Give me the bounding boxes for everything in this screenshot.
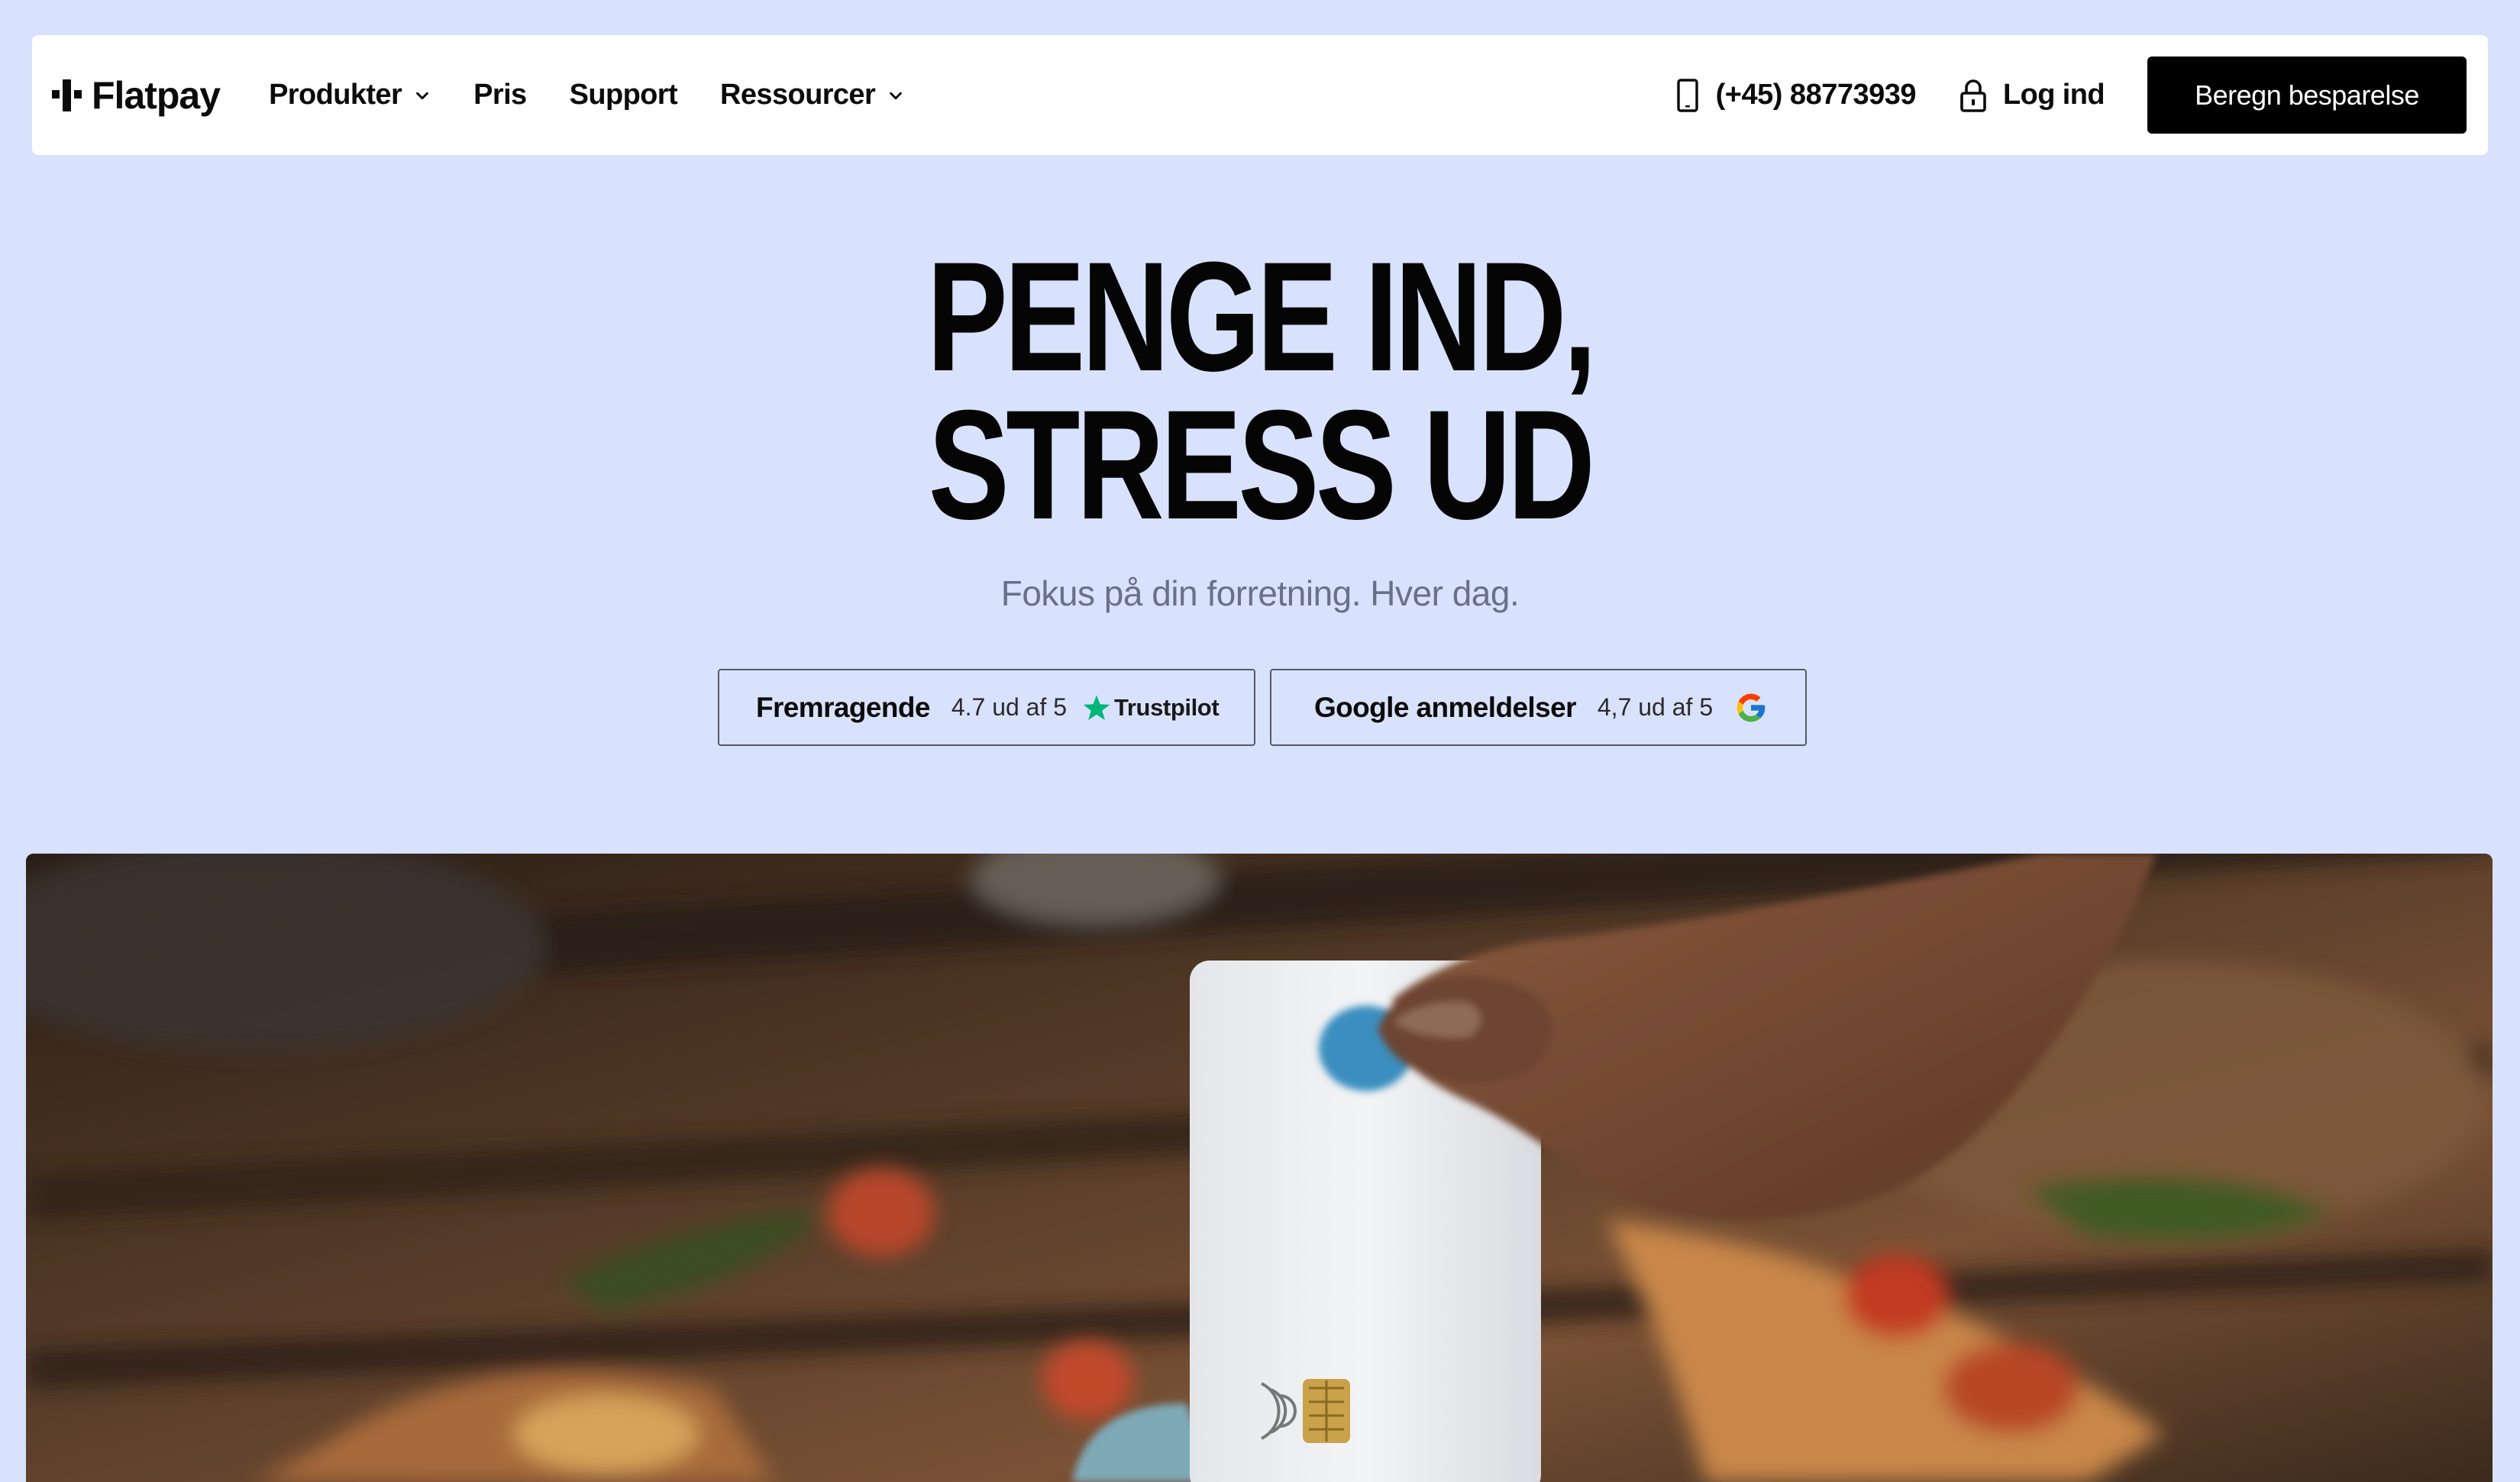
google-reviews-badge[interactable]: Google anmeldelser 4,7 ud af 5 [1270, 669, 1807, 746]
trustpilot-star-icon [1083, 694, 1110, 720]
google-reviews-label: Google anmeldelser [1314, 691, 1576, 723]
nav-item-support[interactable]: Support [569, 79, 678, 111]
hero-title: PENGE IND, STRESS UD [0, 230, 2520, 552]
login-label: Log ind [2003, 79, 2105, 111]
nav-actions: (+45) 88773939 Log ind Beregn besparelse [1676, 57, 2467, 134]
lock-icon [1960, 79, 1986, 112]
hero-subtitle: Fokus på din forretning. Hver dag. [1000, 573, 1520, 613]
trustpilot-brand: Trustpilot [1114, 693, 1220, 721]
nav-item-label: Produkter [269, 79, 402, 111]
main-nav: Produkter Pris Support Ressourcer [269, 79, 904, 111]
flatpay-logo[interactable]: Flatpay [52, 73, 221, 118]
trustpilot-badge[interactable]: Fremragende 4.7 ud af 5 Trustpilot [718, 669, 1255, 746]
nav-item-ressourcer[interactable]: Ressourcer [720, 79, 904, 111]
phone-number: (+45) 88773939 [1715, 79, 1917, 111]
trustpilot-rating-label: Fremragende [756, 691, 930, 723]
hero-title-line-2: STRESS UD [928, 378, 1595, 552]
google-g-icon [1737, 693, 1766, 722]
logo-text: Flatpay [92, 73, 221, 117]
hero-title-line-1: PENGE IND, [926, 230, 1597, 404]
nav-item-label: Pris [473, 79, 527, 111]
rating-badges: Fremragende 4.7 ud af 5 Trustpilot Googl… [718, 669, 1807, 746]
nav-item-pris[interactable]: Pris [473, 79, 527, 111]
hero-photo-card-payment [26, 854, 2493, 1482]
nav-item-label: Ressourcer [720, 79, 876, 111]
trustpilot-score: 4.7 ud af 5 [951, 693, 1068, 721]
flatpay-logo-icon [52, 79, 82, 111]
nav-item-produkter[interactable]: Produkter [269, 79, 431, 111]
top-navbar: Flatpay Produkter Pris Support Ressource… [32, 35, 2488, 155]
chevron-down-icon [416, 92, 429, 99]
chevron-down-icon [890, 92, 903, 99]
google-score: 4,7 ud af 5 [1597, 693, 1714, 721]
login-link[interactable]: Log ind [1959, 79, 2105, 112]
nav-item-label: Support [569, 79, 678, 111]
phone-icon [1676, 78, 1698, 112]
page: Flatpay Produkter Pris Support Ressource… [0, 0, 2520, 1482]
calculate-savings-button[interactable]: Beregn besparelse [2147, 57, 2467, 134]
phone-link[interactable]: (+45) 88773939 [1676, 78, 1917, 112]
